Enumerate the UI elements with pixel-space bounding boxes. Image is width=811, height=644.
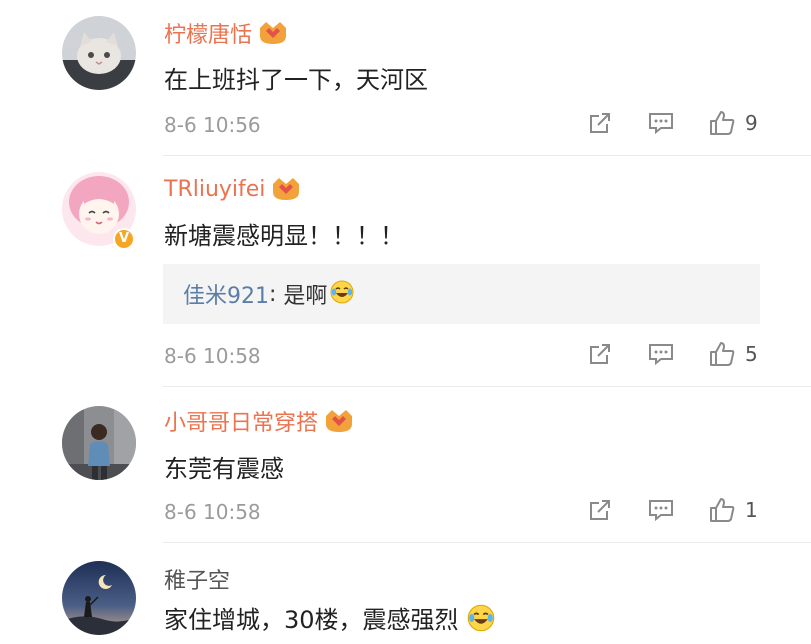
comment-text: 在上班抖了一下，天河区 xyxy=(164,66,428,94)
like-button[interactable]: 9 xyxy=(707,108,758,138)
comment-header: TRliuyifei xyxy=(164,174,301,204)
avatar[interactable] xyxy=(62,561,136,635)
reply-username[interactable]: 佳米921 xyxy=(183,278,269,310)
fan-badge-icon xyxy=(271,176,301,202)
thumbs-up-icon xyxy=(710,111,735,135)
like-count: 5 xyxy=(745,342,758,366)
comment-button[interactable] xyxy=(647,110,675,136)
reply-separator: : xyxy=(269,281,284,307)
username[interactable]: 柠檬唐恬 xyxy=(164,17,252,49)
comment-time: 8-6 10:58 xyxy=(164,344,261,368)
share-button[interactable] xyxy=(587,110,613,136)
comment-text: 新塘震感明显！！！！ xyxy=(164,222,404,250)
share-button[interactable] xyxy=(587,341,613,367)
comment-text: 家住增城，30楼，震感强烈 xyxy=(164,600,496,639)
comment-button[interactable] xyxy=(647,497,675,523)
like-count: 9 xyxy=(745,111,758,135)
username[interactable]: 小哥哥日常穿搭 xyxy=(164,405,318,437)
fan-badge-icon xyxy=(258,20,288,46)
divider xyxy=(163,542,811,543)
comment-icon xyxy=(649,344,673,366)
laugh-cry-emoji-icon xyxy=(466,603,496,639)
avatar[interactable] xyxy=(62,16,136,90)
avatar[interactable] xyxy=(62,406,136,480)
thumbs-up-icon xyxy=(710,342,735,366)
comment-time: 8-6 10:58 xyxy=(164,500,261,524)
like-button[interactable]: 1 xyxy=(707,495,758,525)
divider xyxy=(163,386,811,387)
thumbs-up-icon xyxy=(710,498,735,522)
comment-header: 柠檬唐恬 xyxy=(164,18,288,48)
comment-header: 小哥哥日常穿搭 xyxy=(164,406,354,436)
comment-time: 8-6 10:56 xyxy=(164,113,261,137)
comment-header: 稚子空 xyxy=(164,564,230,594)
comment-button[interactable] xyxy=(647,341,675,367)
username[interactable]: TRliuyifei xyxy=(164,177,265,202)
fan-badge-icon xyxy=(324,408,354,434)
share-icon xyxy=(590,113,610,133)
share-icon xyxy=(590,344,610,364)
laugh-cry-emoji-icon xyxy=(329,279,355,309)
verified-badge-icon: V xyxy=(113,228,135,250)
comment-text: 东莞有震感 xyxy=(164,455,284,483)
comment-icon xyxy=(649,500,673,522)
share-button[interactable] xyxy=(587,497,613,523)
like-button[interactable]: 5 xyxy=(707,339,758,369)
comment-icon xyxy=(649,113,673,135)
reply-box[interactable]: 佳米921 : 是啊 xyxy=(163,264,760,324)
username[interactable]: 稚子空 xyxy=(164,563,230,595)
comment-text-content: 家住增城，30楼，震感强烈 xyxy=(164,606,459,634)
like-count: 1 xyxy=(745,498,758,522)
share-icon xyxy=(590,500,610,520)
reply-text: 是啊 xyxy=(283,284,328,309)
divider xyxy=(163,155,811,156)
